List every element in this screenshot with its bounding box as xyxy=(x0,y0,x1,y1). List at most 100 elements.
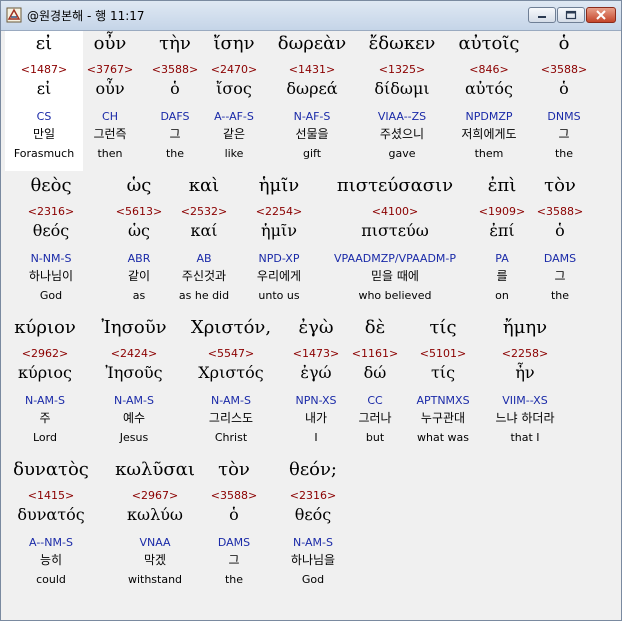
greek-word: δὲ xyxy=(364,317,386,338)
korean-gloss: 같은 xyxy=(222,127,246,141)
lemma: ἦν xyxy=(515,363,535,382)
strong-number: <846> xyxy=(469,63,509,76)
korean-gloss: 우리에게 xyxy=(256,269,302,283)
word-cell[interactable]: πιστεύσασιν <4100> πιστεύω VPAADMZP/VPAA… xyxy=(321,173,469,313)
korean-gloss: 그런즉 xyxy=(93,127,127,141)
morph-code: VPAADMZP/VPAADM-P xyxy=(333,252,457,265)
lemma: οὖν xyxy=(95,79,125,98)
strong-number: <1487> xyxy=(20,63,68,76)
korean-gloss: 만일 xyxy=(32,127,56,141)
korean-gloss: 능히 xyxy=(39,553,63,567)
english-gloss: who believed xyxy=(358,289,432,302)
word-cell[interactable]: ἐγὼ <1473> ἐγώ NPN-XS 내가 I xyxy=(285,315,347,455)
greek-word: καὶ xyxy=(188,175,220,196)
strong-number: <3588> xyxy=(540,63,588,76)
english-gloss: as xyxy=(132,289,146,302)
morph-code: DAFS xyxy=(160,110,190,123)
greek-word: ἐπὶ xyxy=(487,175,517,196)
korean-gloss: 주셨으니 xyxy=(379,127,425,141)
word-cell[interactable]: ἤμην <2258> ἦν VIIM--XS 느냐 하더라 that I xyxy=(485,315,565,455)
greek-word: θεόν; xyxy=(288,459,337,480)
word-cell[interactable]: ὁ <3588> ὁ DNMS 그 the xyxy=(537,31,591,171)
greek-word: δωρεὰν xyxy=(277,33,347,54)
greek-word: ἐγὼ xyxy=(298,317,334,338)
strong-number: <3588> xyxy=(536,205,584,218)
lemma: ἐπί xyxy=(489,221,515,240)
greek-word: ὡς xyxy=(126,175,152,196)
morph-code: N-AF-S xyxy=(293,110,331,123)
lemma: εἰ xyxy=(36,79,52,98)
greek-word: τὴν xyxy=(159,33,191,54)
korean-gloss: 그러나 xyxy=(358,411,392,425)
korean-gloss: 누구관대 xyxy=(420,411,466,425)
title-bar[interactable]: @원경본해 - 행 11:17 xyxy=(1,1,621,31)
english-gloss: that I xyxy=(510,431,540,444)
word-cell[interactable]: ἔδωκεν <1325> δίδωμι VIAA--ZS 주셨으니 gave xyxy=(359,31,445,171)
english-gloss: Lord xyxy=(33,431,57,444)
korean-gloss: 주신것과 xyxy=(181,269,227,283)
strong-number: <2254> xyxy=(255,205,303,218)
word-cell[interactable]: δωρεὰν <1431> δωρεά N-AF-S 선물을 gift xyxy=(267,31,357,171)
strong-number: <2532> xyxy=(180,205,228,218)
close-button[interactable] xyxy=(586,7,616,23)
maximize-button[interactable] xyxy=(557,7,585,23)
lemma: θεός xyxy=(294,505,332,524)
morph-code: APTNMXS xyxy=(416,394,470,407)
korean-gloss: 하나님이 xyxy=(28,269,74,283)
lemma: δωρεά xyxy=(286,79,338,98)
strong-number: <5101> xyxy=(419,347,467,360)
strong-number: <2316> xyxy=(289,489,337,502)
greek-word: πιστεύσασιν xyxy=(336,175,454,196)
english-gloss: the xyxy=(550,289,570,302)
strong-number: <1909> xyxy=(478,205,526,218)
word-cell[interactable]: ἴσην <2470> ἴσος A--AF-S 같은 like xyxy=(203,31,265,171)
word-cell[interactable]: δὲ <1161> δώ CC 그러나 but xyxy=(349,315,401,455)
word-cell[interactable]: τίς <5101> τίς APTNMXS 누구관대 what was xyxy=(405,315,481,455)
strong-number: <1473> xyxy=(292,347,340,360)
korean-gloss: 를 xyxy=(496,269,508,283)
word-cell[interactable]: τὸν <3588> ὁ DAMS 그 the xyxy=(207,457,261,597)
word-cell[interactable]: κύριον <2962> κύριος N-AM-S 주 Lord xyxy=(7,315,83,455)
word-cell[interactable]: ἐπὶ <1909> ἐπί PA 를 on xyxy=(477,173,527,313)
word-cell[interactable]: Ἰησοῦν <2424> Ἰησοῦς N-AM-S 예수 Jesus xyxy=(93,315,175,455)
greek-word: ἡμῖν xyxy=(258,175,300,196)
morph-code: CC xyxy=(367,394,383,407)
minimize-icon xyxy=(538,16,546,18)
app-window: @원경본해 - 행 11:17 εἰ <1487> εἰ CS 만일 Foras… xyxy=(0,0,622,621)
strong-number: <2967> xyxy=(131,489,179,502)
word-cell[interactable]: Χριστόν, <5547> Χριστός N-AM-S 그리스도 Chri… xyxy=(183,315,279,455)
greek-word: δυνατὸς xyxy=(13,459,89,480)
strong-number: <4100> xyxy=(371,205,419,218)
lemma: Ἰησοῦς xyxy=(105,363,163,382)
word-cell[interactable]: κωλῦσαι <2967> κωλύω VNAA 막겠 withstand xyxy=(109,457,201,597)
word-cell[interactable]: καὶ <2532> καί AB 주신것과 as he did xyxy=(171,173,237,313)
word-cell[interactable]: ὡς <5613> ὡς ABR 같이 as xyxy=(111,173,167,313)
word-cell[interactable]: τὴν <3588> ὁ DAFS 그 the xyxy=(149,31,201,171)
word-cell[interactable]: δυνατὸς <1415> δυνατός A--NM-S 능히 could xyxy=(7,457,95,597)
greek-word: Ἰησοῦν xyxy=(101,317,167,338)
english-gloss: gave xyxy=(388,147,416,160)
greek-word: ἔδωκεν xyxy=(368,33,436,54)
english-gloss: Forasmuch xyxy=(13,147,75,160)
korean-gloss: 그 xyxy=(558,127,570,141)
word-cell[interactable]: τὸν <3588> ὁ DAMS 그 the xyxy=(533,173,587,313)
korean-gloss: 저희에게도 xyxy=(461,127,517,141)
morph-code: ABR xyxy=(127,252,151,265)
minimize-button[interactable] xyxy=(528,7,556,23)
word-cell[interactable]: ἡμῖν <2254> ἡμῖν NPD-XP 우리에게 unto us xyxy=(243,173,315,313)
strong-number: <2962> xyxy=(21,347,69,360)
english-gloss: but xyxy=(365,431,385,444)
morph-code: NPDMZP xyxy=(465,110,513,123)
word-cell[interactable]: αὐτοῖς <846> αὐτός NPDMZP 저희에게도 them xyxy=(447,31,531,171)
word-cell[interactable]: θεόν; <2316> θεός N-AM-S 하나님을 God xyxy=(273,457,353,597)
word-cell[interactable]: εἰ <1487> εἰ CS 만일 Forasmuch xyxy=(5,31,83,171)
morph-code: A--AF-S xyxy=(214,110,254,123)
english-gloss: Jesus xyxy=(119,431,149,444)
strong-number: <2470> xyxy=(210,63,258,76)
english-gloss: could xyxy=(36,573,66,586)
korean-gloss: 그 xyxy=(228,553,240,567)
word-cell[interactable]: οὖν <3767> οὖν CH 그런즉 then xyxy=(85,31,135,171)
korean-gloss: 그 xyxy=(169,127,181,141)
word-cell[interactable]: θεὸς <2316> θεός N-NM-S 하나님이 God xyxy=(15,173,87,313)
greek-word: ἴσην xyxy=(213,33,255,54)
